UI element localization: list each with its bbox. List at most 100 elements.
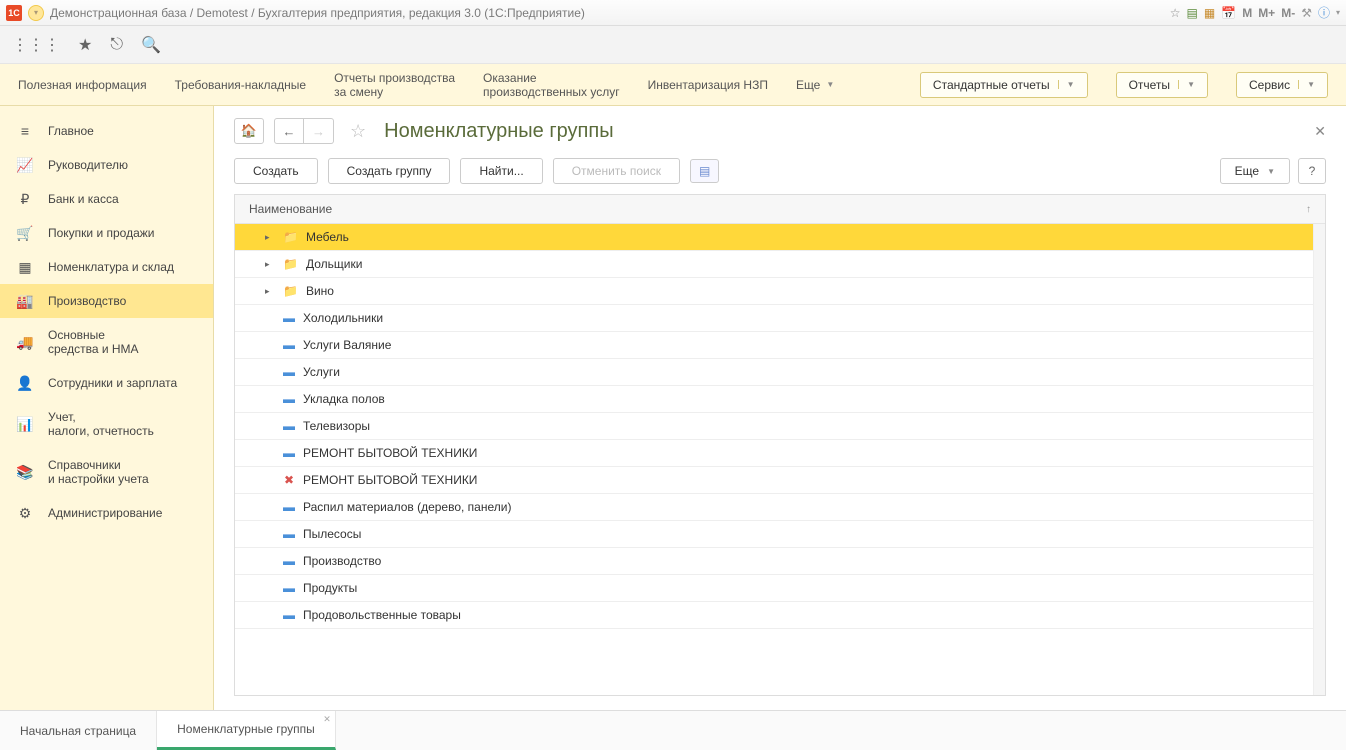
sidebar-item[interactable]: 👤Сотрудники и зарплата xyxy=(0,366,213,400)
window-tabs: Начальная страница Номенклатурные группы ✕ xyxy=(0,710,1346,750)
std-reports-button[interactable]: Стандартные отчеты ▼ xyxy=(920,72,1088,98)
row-label: Производство xyxy=(303,554,381,568)
table-row[interactable]: ▬РЕМОНТ БЫТОВОЙ ТЕХНИКИ xyxy=(235,440,1313,467)
data-grid: Наименование ↑ ▸📁Мебель▸📁Дольщики▸📁Вино▬… xyxy=(234,194,1326,696)
table-row[interactable]: ▬Распил материалов (дерево, панели) xyxy=(235,494,1313,521)
sidebar-item-icon: 🏭 xyxy=(16,294,34,308)
row-label: Распил материалов (дерево, панели) xyxy=(303,500,511,514)
tab-label: Начальная страница xyxy=(20,724,136,738)
window-tab[interactable]: Начальная страница xyxy=(0,711,157,750)
window-tab[interactable]: Номенклатурные группы ✕ xyxy=(157,711,336,750)
row-label: Телевизоры xyxy=(303,419,370,433)
reports-label: Отчеты xyxy=(1129,78,1170,92)
tab-close-icon[interactable]: ✕ xyxy=(323,714,331,725)
sidebar-item[interactable]: ▦Номенклатура и склад xyxy=(0,250,213,284)
info-dropdown-icon[interactable]: ▾ xyxy=(1336,8,1340,17)
service-button[interactable]: Сервис ▼ xyxy=(1236,72,1328,98)
item-icon: ▬ xyxy=(283,311,295,325)
sidebar-item[interactable]: 📚Справочники и настройки учета xyxy=(0,448,213,496)
sidebar-item[interactable]: 🏭Производство xyxy=(0,284,213,318)
star-icon[interactable]: ★ xyxy=(78,35,92,55)
sidebar-item-icon: ⚙ xyxy=(16,506,34,520)
forward-button[interactable]: → xyxy=(304,118,334,144)
sidebar-item[interactable]: 🛒Покупки и продажи xyxy=(0,216,213,250)
sidebar-item-label: Сотрудники и зарплата xyxy=(48,376,177,390)
table-row[interactable]: ✖РЕМОНТ БЫТОВОЙ ТЕХНИКИ xyxy=(235,467,1313,494)
chevron-down-icon: ▼ xyxy=(1267,167,1275,176)
ribbon-more[interactable]: Еще ▼ xyxy=(796,78,834,92)
grid-body: ▸📁Мебель▸📁Дольщики▸📁Вино▬Холодильники▬Ус… xyxy=(235,224,1313,695)
action-toolbar: Создать Создать группу Найти... Отменить… xyxy=(234,158,1326,184)
table-row[interactable]: ▬Телевизоры xyxy=(235,413,1313,440)
sidebar-item[interactable]: 🚚Основные средства и НМА xyxy=(0,318,213,366)
ribbon-link-info[interactable]: Полезная информация xyxy=(18,78,147,92)
item-icon: ▬ xyxy=(283,554,295,568)
ribbon-link-nzp[interactable]: Инвентаризация НЗП xyxy=(648,78,768,92)
find-button[interactable]: Найти... xyxy=(460,158,542,184)
page-title: Номенклатурные группы xyxy=(384,120,613,143)
item-icon: ▬ xyxy=(283,365,295,379)
create-group-button[interactable]: Создать группу xyxy=(328,158,451,184)
app-menu-icon[interactable]: ▾ xyxy=(28,5,44,21)
table-row[interactable]: ▸📁Вино xyxy=(235,278,1313,305)
expand-icon[interactable]: ▸ xyxy=(265,286,275,297)
table-row[interactable]: ▬Услуги xyxy=(235,359,1313,386)
more-actions-button[interactable]: Еще ▼ xyxy=(1220,158,1290,184)
table-row[interactable]: ▬Услуги Валяние xyxy=(235,332,1313,359)
table-row[interactable]: ▬Пылесосы xyxy=(235,521,1313,548)
sidebar-item-label: Учет, налоги, отчетность xyxy=(48,410,154,438)
ribbon-link-requirements[interactable]: Требования-накладные xyxy=(175,78,306,92)
favorite-star-icon[interactable]: ☆ xyxy=(350,121,366,142)
reports-button[interactable]: Отчеты ▼ xyxy=(1116,72,1208,98)
tools-icon[interactable]: ⚒ xyxy=(1301,6,1312,20)
sidebar-item[interactable]: ⚙Администрирование xyxy=(0,496,213,530)
table-row[interactable]: ▬ Производство xyxy=(235,548,1313,575)
table-row[interactable]: ▬Продовольственные товары xyxy=(235,602,1313,629)
sidebar-item-label: Номенклатура и склад xyxy=(48,260,174,274)
section-ribbon: Полезная информация Требования-накладные… xyxy=(0,64,1346,106)
history-icon[interactable]: ⎋ xyxy=(110,36,123,54)
calendar-icon[interactable]: 📅 xyxy=(1221,6,1236,20)
ribbon-link-services[interactable]: Оказание производственных услуг xyxy=(483,71,620,99)
list-view-button[interactable]: ▤ xyxy=(690,159,719,183)
deleted-item-icon: ✖ xyxy=(283,473,295,487)
more-actions-label: Еще xyxy=(1235,164,1259,178)
sidebar-item[interactable]: 📊 Учет, налоги, отчетность xyxy=(0,400,213,448)
cancel-search-button[interactable]: Отменить поиск xyxy=(553,158,680,184)
home-button[interactable]: 🏠 xyxy=(234,118,264,144)
folder-icon: 📁 xyxy=(283,284,298,298)
sidebar-item-icon: 📊 xyxy=(16,417,34,431)
sidebar-item-icon: 📈 xyxy=(16,158,34,172)
std-reports-label: Стандартные отчеты xyxy=(933,78,1050,92)
table-row[interactable]: ▬Продукты xyxy=(235,575,1313,602)
table-row[interactable]: ▬Укладка полов xyxy=(235,386,1313,413)
sidebar-item-label: Справочники и настройки учета xyxy=(48,458,149,486)
expand-icon[interactable]: ▸ xyxy=(265,232,275,243)
apps-grid-icon[interactable]: ⋮⋮⋮ xyxy=(12,35,60,55)
close-page-button[interactable]: ✕ xyxy=(1314,123,1326,140)
help-button[interactable]: ? xyxy=(1298,158,1326,184)
scrollbar[interactable] xyxy=(1313,224,1325,695)
ribbon-link-shift-reports[interactable]: Отчеты производства за смену xyxy=(334,71,455,99)
expand-icon[interactable]: ▸ xyxy=(265,259,275,270)
sidebar-item[interactable]: 📈Руководителю xyxy=(0,148,213,182)
row-label: Мебель xyxy=(306,230,349,244)
calc-icon[interactable]: ▦ xyxy=(1204,6,1215,20)
create-button[interactable]: Создать xyxy=(234,158,318,184)
table-row[interactable]: ▸📁Мебель xyxy=(235,224,1313,251)
search-icon[interactable]: 🔍 xyxy=(141,35,161,55)
table-row[interactable]: ▬Холодильники xyxy=(235,305,1313,332)
sidebar-item[interactable]: ≡Главное xyxy=(0,114,213,148)
table-row[interactable]: ▸📁Дольщики xyxy=(235,251,1313,278)
m-minus-button[interactable]: M- xyxy=(1281,6,1295,20)
m-plus-button[interactable]: M+ xyxy=(1258,6,1275,20)
tab-label: Номенклатурные группы xyxy=(177,722,315,736)
favorite-icon[interactable]: ☆ xyxy=(1170,6,1181,20)
back-button[interactable]: ← xyxy=(274,118,304,144)
sidebar-item[interactable]: ₽Банк и касса xyxy=(0,182,213,216)
notes-icon[interactable]: ▤ xyxy=(1187,6,1198,20)
grid-header[interactable]: Наименование ↑ xyxy=(235,195,1325,224)
sidebar-item-label: Главное xyxy=(48,124,94,138)
info-icon[interactable]: ⓘ xyxy=(1318,4,1330,21)
m-button[interactable]: M xyxy=(1242,6,1252,20)
